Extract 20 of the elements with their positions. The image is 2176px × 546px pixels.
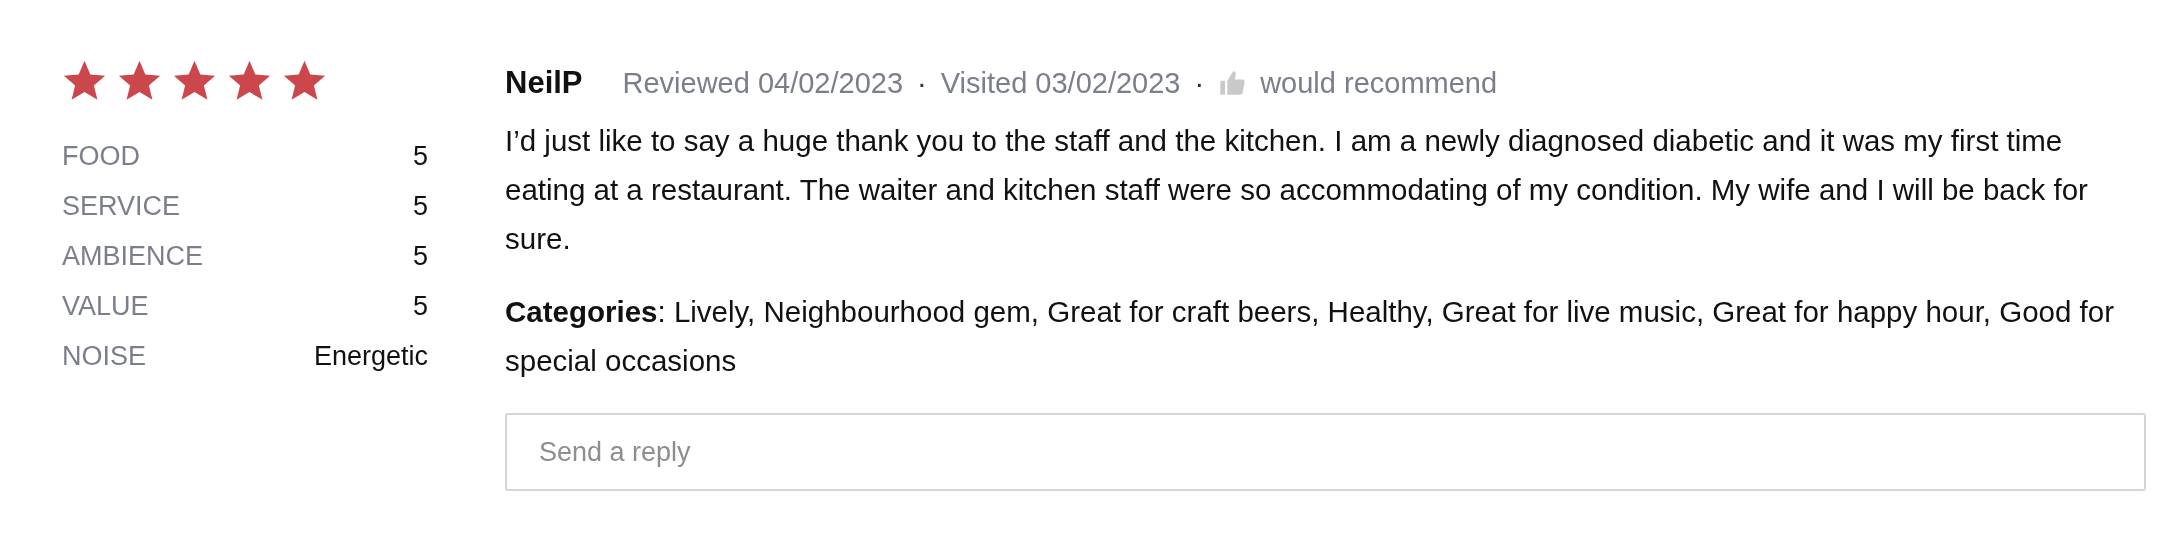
score-value: 5: [412, 240, 428, 272]
score-label: VALUE: [62, 290, 149, 322]
separator-dot: ·: [1194, 66, 1205, 100]
score-label: SERVICE: [62, 190, 181, 222]
thumbs-up-icon: [1218, 69, 1247, 97]
reply-field[interactable]: Send a reply: [505, 413, 2146, 491]
review-date: Reviewed 04/02/2023: [622, 66, 904, 100]
score-value: 5: [412, 290, 428, 322]
separator-dot: ·: [917, 66, 927, 100]
score-value: Energetic: [313, 340, 428, 372]
visit-date: Visited 03/02/2023: [940, 66, 1181, 100]
score-label: AMBIENCE: [62, 240, 204, 272]
score-label: NOISE: [62, 340, 147, 372]
review-categories: Categories: Lively, Neighbourhood gem, Great for craft beers, Healthy, Great for live music, Great for happy hour, Good for special occasions: [505, 294, 2116, 379]
score-value: 5: [412, 140, 428, 172]
score-label: FOOD: [62, 140, 140, 172]
score-value: 5: [412, 190, 428, 222]
reviewer-name: NeilP: [505, 65, 583, 101]
review-text: I’d just like to say a huge thank you to the staff and the kitchen. I am a newly diagnosed diabetic and it was my first time eating at a restaurant. The waiter and kitchen staff were so accommodating of my condition. My wife and I will be back for sure.: [505, 123, 2089, 257]
recommend-label: would recommend: [1260, 66, 1498, 100]
